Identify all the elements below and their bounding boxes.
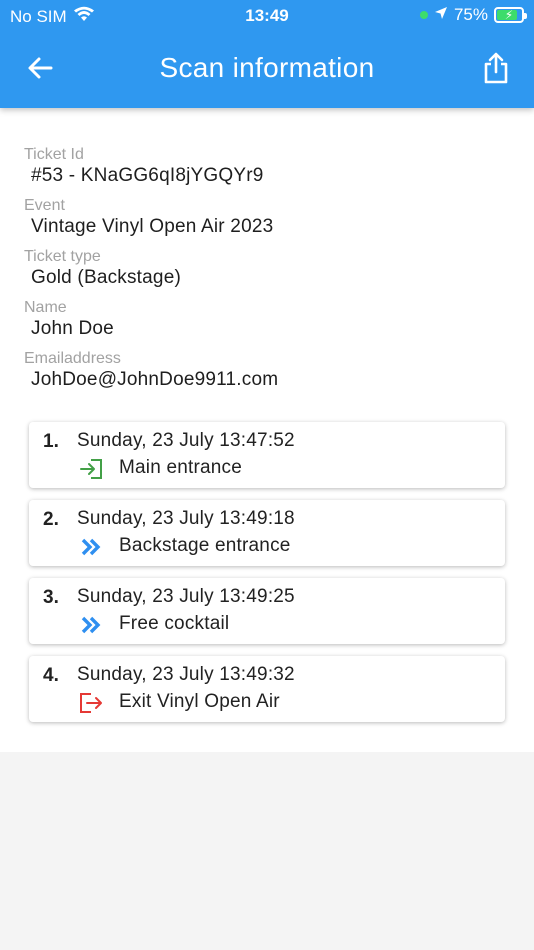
field-label: Ticket type [24, 248, 101, 265]
battery-percent: 75% [453, 5, 488, 24]
field-value: Vintage Vinyl Open Air 2023 [31, 216, 274, 237]
status-right: 75% ⚡ [419, 5, 527, 25]
scan-card[interactable]: 1. Sunday, 23 July 13:47:52 Main entranc… [29, 422, 505, 488]
enter-icon [79, 457, 103, 481]
active-indicator-icon [419, 11, 428, 19]
battery-icon: ⚡ [494, 7, 527, 23]
share-icon [484, 52, 508, 84]
scan-time: Sunday, 23 July 13:47:52 [77, 430, 295, 451]
scan-location: Free cocktail [119, 613, 230, 634]
exit-icon [79, 691, 103, 715]
scan-number: 4. [43, 665, 59, 686]
scan-location: Backstage entrance [119, 535, 291, 556]
scan-time: Sunday, 23 July 13:49:32 [77, 664, 295, 685]
scan-time: Sunday, 23 July 13:49:25 [77, 586, 295, 607]
field-value: John Doe [31, 318, 114, 339]
status-bar: No SIM 13:49 75% ⚡ [0, 0, 534, 32]
scan-number: 2. [43, 509, 59, 530]
scan-number: 3. [43, 587, 59, 608]
field-value: Gold (Backstage) [31, 267, 181, 288]
scan-number: 1. [43, 431, 59, 452]
field-label: Emailaddress [24, 350, 121, 367]
field-label: Event [24, 197, 65, 214]
field-ticket-type: Ticket type Gold (Backstage) [24, 248, 181, 290]
scan-location: Exit Vinyl Open Air [119, 691, 280, 712]
field-email: Emailaddress JohDoe@JohnDoe9911.com [24, 350, 278, 392]
share-button[interactable] [478, 48, 514, 88]
field-ticket-id: Ticket Id #53 - KNaGG6qI8jYGQYr9 [24, 146, 264, 188]
scan-card[interactable]: 2. Sunday, 23 July 13:49:18 Backstage en… [29, 500, 505, 566]
field-value: JohDoe@JohnDoe9911.com [31, 369, 279, 390]
app-bar: No SIM 13:49 75% ⚡ Scan information [0, 0, 534, 108]
field-name: Name John Doe [24, 299, 114, 341]
double-chevron-right-icon [79, 613, 103, 637]
scan-card[interactable]: 3. Sunday, 23 July 13:49:25 Free cocktai… [29, 578, 505, 644]
field-label: Ticket Id [24, 146, 84, 163]
double-chevron-right-icon [79, 535, 103, 559]
scan-location: Main entrance [119, 457, 243, 478]
field-value: #53 - KNaGG6qI8jYGQYr9 [31, 165, 264, 186]
location-arrow-icon [434, 5, 448, 25]
scan-details-panel: Ticket Id #53 - KNaGG6qI8jYGQYr9 Event V… [0, 108, 534, 752]
field-label: Name [24, 299, 67, 316]
scan-card[interactable]: 4. Sunday, 23 July 13:49:32 Exit Vinyl O… [29, 656, 505, 722]
field-event: Event Vintage Vinyl Open Air 2023 [24, 197, 273, 239]
page-title: Scan information [159, 52, 375, 83]
scan-time: Sunday, 23 July 13:49:18 [77, 508, 295, 529]
